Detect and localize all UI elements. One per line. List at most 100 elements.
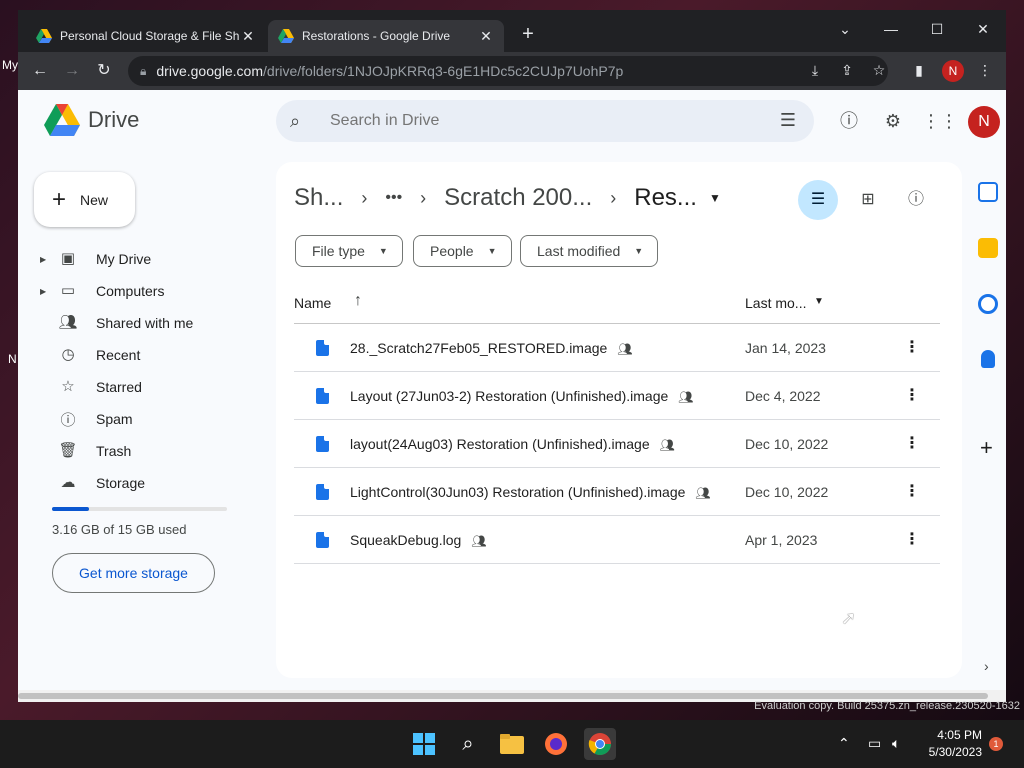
breadcrumb-overflow-button[interactable]: •••: [385, 189, 402, 207]
search-icon[interactable]: ⌕: [290, 111, 312, 132]
chevron-down-icon: ▼: [378, 246, 388, 256]
calendar-icon[interactable]: [978, 182, 998, 202]
shared-people-icon: 👥︎: [695, 486, 711, 500]
show-hidden-icons-chevron-icon[interactable]: ⌃: [838, 735, 850, 752]
folder-menu-caret-icon[interactable]: ▼: [709, 191, 721, 205]
more-actions-icon[interactable]: ⋮: [904, 528, 920, 552]
tab-close-icon[interactable]: ✕: [240, 28, 256, 45]
sidebar-item-trash[interactable]: 🗑︎ Trash: [40, 437, 260, 465]
address-bar[interactable]: 🔒︎ drive.google.com/drive/folders/1NJOJp…: [128, 56, 888, 86]
browser-profile-avatar[interactable]: N: [942, 60, 964, 82]
expand-caret-icon[interactable]: ▶: [40, 255, 50, 264]
new-tab-button[interactable]: +: [516, 22, 540, 46]
shared-people-icon: 👥︎: [678, 390, 694, 404]
table-row[interactable]: LightControl(30Jun03) Restoration (Unfin…: [294, 468, 940, 516]
new-button[interactable]: + New: [34, 172, 135, 227]
sidebar-item-recent[interactable]: ◷ Recent: [40, 341, 260, 369]
chevron-right-icon[interactable]: ›: [984, 658, 989, 674]
volume-icon[interactable]: 🔈︎: [892, 735, 900, 752]
network-icon[interactable]: ▭: [868, 735, 881, 752]
search-bar[interactable]: ⌕ ☰: [276, 100, 814, 142]
tab-close-icon[interactable]: ✕: [478, 28, 494, 45]
get-more-storage-button[interactable]: Get more storage: [52, 553, 215, 593]
more-actions-icon[interactable]: ⋮: [904, 384, 920, 408]
back-arrow-icon[interactable]: ←: [28, 59, 52, 83]
my-drive-icon: ▣: [60, 250, 76, 267]
start-button[interactable]: [408, 728, 440, 760]
sidebar-item-starred[interactable]: ☆ Starred: [40, 373, 260, 401]
taskbar-search-icon[interactable]: ⌕: [452, 728, 484, 760]
people-filter-chip[interactable]: People ▼: [413, 235, 512, 267]
mouse-cursor-icon: ➚: [841, 608, 857, 628]
table-row[interactable]: SqueakDebug.log 👥︎ Apr 1, 2023 ⋮: [294, 516, 940, 564]
sidebar-item-my-drive[interactable]: ▶ ▣ My Drive: [40, 245, 260, 273]
sidebar-item-label: Computers: [96, 283, 165, 299]
shared-people-icon: 👥︎: [471, 534, 487, 548]
tab-personal-cloud[interactable]: Personal Cloud Storage & File Sh ✕: [26, 20, 266, 52]
search-input[interactable]: [330, 112, 750, 130]
windows-taskbar: ⌕ ⌃ ▭ 🔈︎ 4:05 PM 5/30/2023 1: [0, 720, 1024, 768]
search-options-icon[interactable]: ☰: [780, 110, 796, 131]
table-row[interactable]: Layout (27Jun03-2) Restoration (Unfinish…: [294, 372, 940, 420]
taskbar-clock[interactable]: 4:05 PM 5/30/2023: [920, 727, 982, 761]
tab-restorations[interactable]: Restorations - Google Drive ✕: [268, 20, 504, 52]
tab-search-chevron-icon[interactable]: ⌄: [830, 16, 860, 42]
apps-grid-icon[interactable]: ⋮⋮: [922, 108, 958, 134]
share-icon[interactable]: ⇪: [836, 59, 858, 81]
details-info-icon[interactable]: ⓘ: [904, 188, 928, 212]
bookmark-star-icon[interactable]: ☆: [868, 59, 890, 81]
drive-logo[interactable]: Drive: [44, 104, 139, 136]
maximize-button[interactable]: ☐: [922, 16, 952, 42]
file-modified-date: Jan 14, 2023: [745, 340, 826, 356]
drive-app-name: Drive: [88, 107, 140, 132]
sidebar-item-spam[interactable]: ⓘ Spam: [40, 405, 260, 433]
reload-icon[interactable]: ↻: [92, 59, 116, 83]
clock-time: 4:05 PM: [937, 728, 982, 742]
file-type-filter-chip[interactable]: File type ▼: [295, 235, 403, 267]
scrollbar-thumb[interactable]: [18, 693, 988, 699]
add-addon-plus-icon[interactable]: +: [980, 435, 993, 461]
grid-view-icon[interactable]: ⊞: [856, 188, 880, 212]
account-avatar[interactable]: N: [968, 106, 1000, 138]
contacts-icon[interactable]: [981, 350, 995, 368]
expand-caret-icon[interactable]: ▶: [40, 287, 50, 296]
drive-page: Drive ⌕ ☰ ⓘ ⚙ ⋮⋮ N + New ▶ ▣ My Drive ▶ …: [18, 90, 1006, 702]
sidebar-item-computers[interactable]: ▶ ▭ Computers: [40, 277, 260, 305]
desktop-label: N: [8, 352, 17, 366]
file-modified-date: Dec 10, 2022: [745, 484, 829, 500]
column-options-caret-icon[interactable]: ▼: [814, 296, 824, 307]
forward-arrow-icon[interactable]: →: [60, 59, 84, 83]
minimize-button[interactable]: —: [876, 16, 906, 42]
browser-toolbar: ← → ↻ 🔒︎ drive.google.com/drive/folders/…: [18, 52, 1006, 90]
file-explorer-icon[interactable]: [496, 728, 528, 760]
sort-ascending-arrow-icon[interactable]: ↑: [354, 292, 362, 310]
more-actions-icon[interactable]: ⋮: [904, 432, 920, 456]
windows-evaluation-watermark: Evaluation copy. Build 25375.zn_release.…: [754, 700, 1020, 712]
breadcrumb-item-shared[interactable]: Sh...: [294, 184, 343, 212]
breadcrumb-item-scratch[interactable]: Scratch 200...: [444, 184, 592, 212]
table-row[interactable]: layout(24Aug03) Restoration (Unfinished)…: [294, 420, 940, 468]
table-row[interactable]: 28._Scratch27Feb05_RESTORED.image 👥︎ Jan …: [294, 324, 940, 372]
more-actions-icon[interactable]: ⋮: [904, 336, 920, 360]
tasks-icon[interactable]: [978, 294, 998, 314]
breadcrumb-current-folder[interactable]: Res...: [634, 184, 697, 212]
side-panel-icon[interactable]: ▮: [908, 59, 930, 81]
close-window-button[interactable]: ✕: [968, 16, 998, 42]
sidebar-item-shared-with-me[interactable]: 👥︎ Shared with me: [40, 309, 260, 337]
file-document-icon: [316, 532, 329, 548]
keep-icon[interactable]: [978, 238, 998, 258]
filter-toggle-button[interactable]: ☰: [798, 180, 838, 220]
settings-gear-icon[interactable]: ⚙: [880, 108, 906, 134]
last-modified-column-header[interactable]: Last mo...: [745, 295, 806, 311]
help-icon[interactable]: ⓘ: [836, 108, 862, 134]
new-button-label: New: [80, 191, 109, 208]
firefox-icon[interactable]: [540, 728, 572, 760]
notification-badge[interactable]: 1: [989, 737, 1003, 751]
sidebar-item-storage[interactable]: ☁ Storage: [40, 469, 260, 497]
more-actions-icon[interactable]: ⋮: [904, 480, 920, 504]
browser-menu-icon[interactable]: ⋮: [974, 59, 996, 81]
chrome-icon[interactable]: [584, 728, 616, 760]
name-column-header[interactable]: Name: [294, 295, 331, 311]
install-app-icon[interactable]: ⤓: [804, 59, 826, 81]
last-modified-filter-chip[interactable]: Last modified ▼: [520, 235, 659, 267]
